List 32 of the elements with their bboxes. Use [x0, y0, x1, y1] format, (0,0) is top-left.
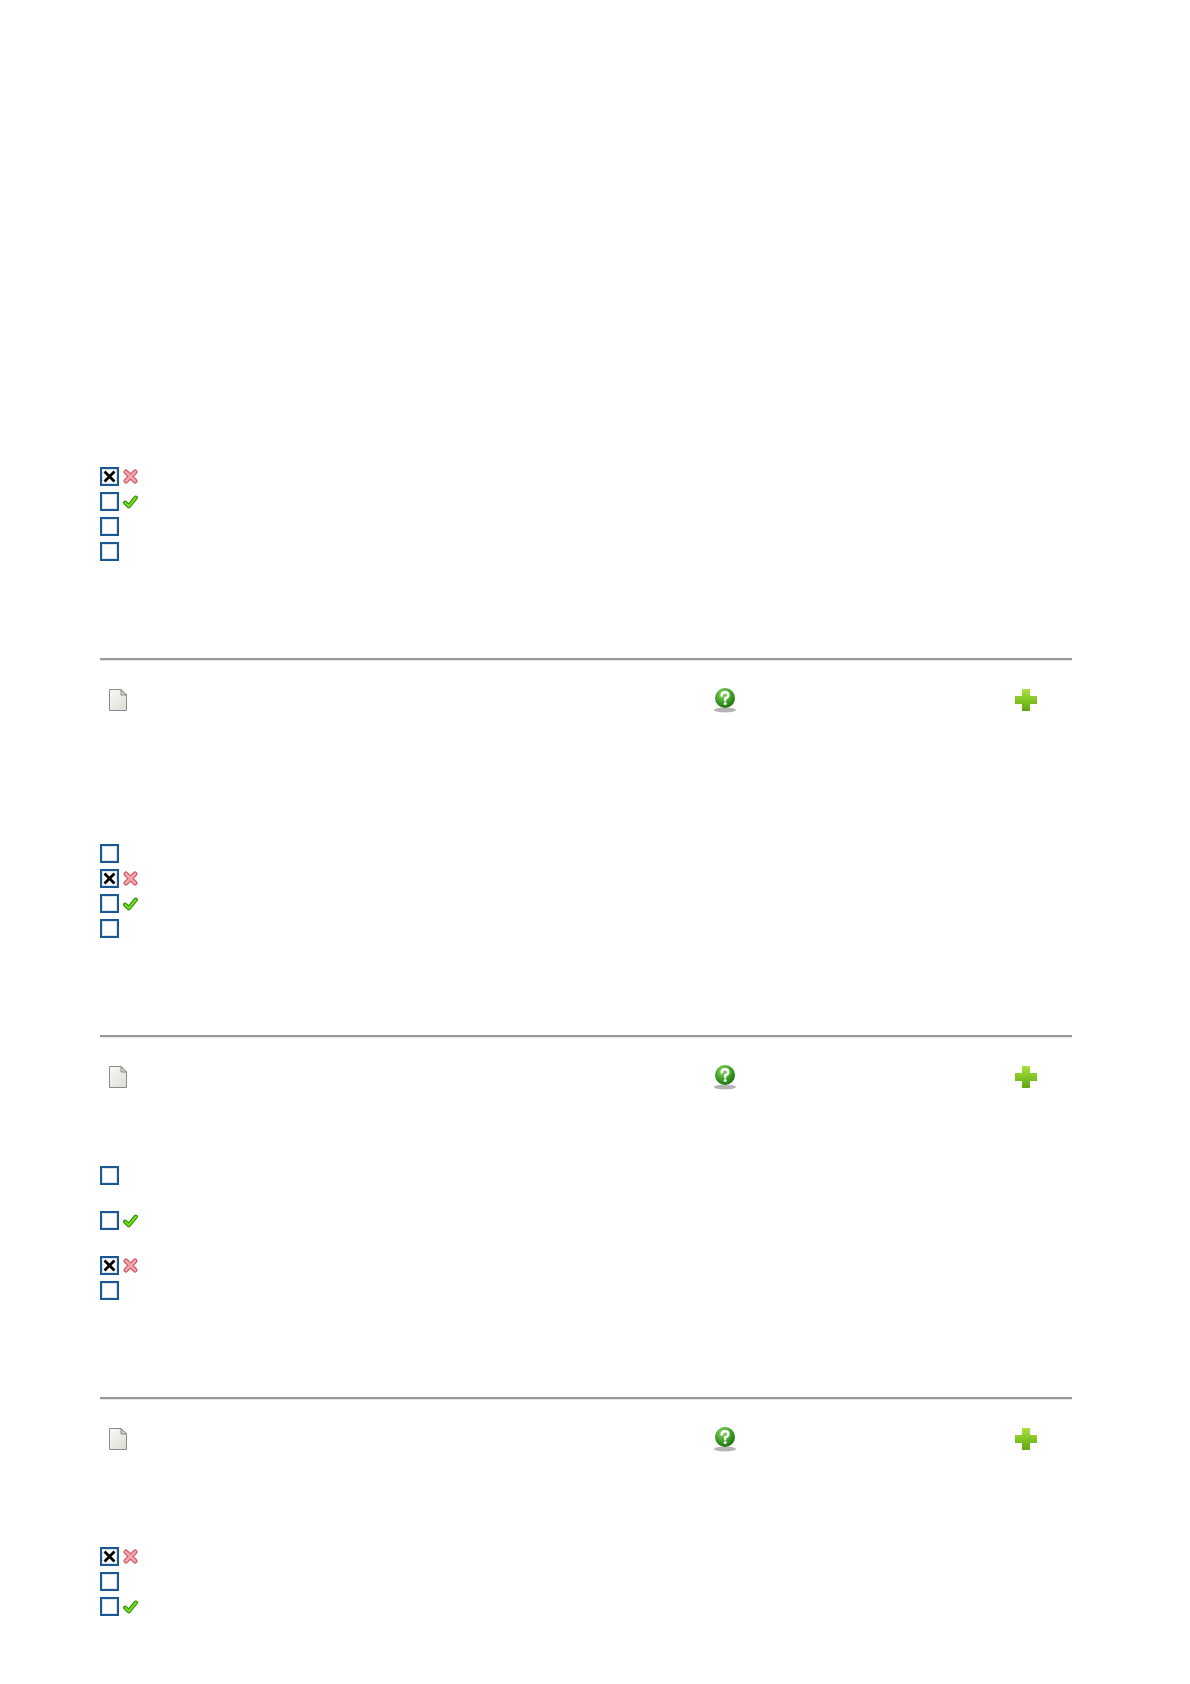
check-icon	[123, 1213, 138, 1228]
checkbox[interactable]	[100, 1211, 119, 1230]
cross-icon	[123, 871, 138, 886]
cross-icon	[123, 1549, 138, 1564]
check-icon	[123, 494, 138, 509]
checkbox[interactable]	[100, 1281, 119, 1300]
checkbox[interactable]	[100, 542, 119, 561]
checkbox[interactable]	[100, 869, 119, 888]
help-icon[interactable]	[712, 1064, 738, 1090]
checkbox[interactable]	[100, 1597, 119, 1616]
plus-icon[interactable]	[1014, 688, 1038, 712]
check-icon	[123, 896, 138, 911]
checkbox[interactable]	[100, 844, 119, 863]
plus-icon[interactable]	[1014, 1427, 1038, 1451]
document-icon[interactable]	[109, 1066, 127, 1088]
checkbox[interactable]	[100, 1547, 119, 1566]
checkbox[interactable]	[100, 1256, 119, 1275]
document-icon[interactable]	[109, 689, 127, 711]
help-icon[interactable]	[712, 1426, 738, 1452]
checkbox[interactable]	[100, 1166, 119, 1185]
plus-icon[interactable]	[1014, 1065, 1038, 1089]
checkbox[interactable]	[100, 894, 119, 913]
checkbox[interactable]	[100, 492, 119, 511]
help-icon[interactable]	[712, 687, 738, 713]
checkbox[interactable]	[100, 467, 119, 486]
checkbox[interactable]	[100, 517, 119, 536]
document-icon[interactable]	[109, 1428, 127, 1450]
cross-icon	[123, 1258, 138, 1273]
checkbox[interactable]	[100, 1572, 119, 1591]
cross-icon	[123, 469, 138, 484]
checkbox[interactable]	[100, 919, 119, 938]
check-icon	[123, 1599, 138, 1614]
